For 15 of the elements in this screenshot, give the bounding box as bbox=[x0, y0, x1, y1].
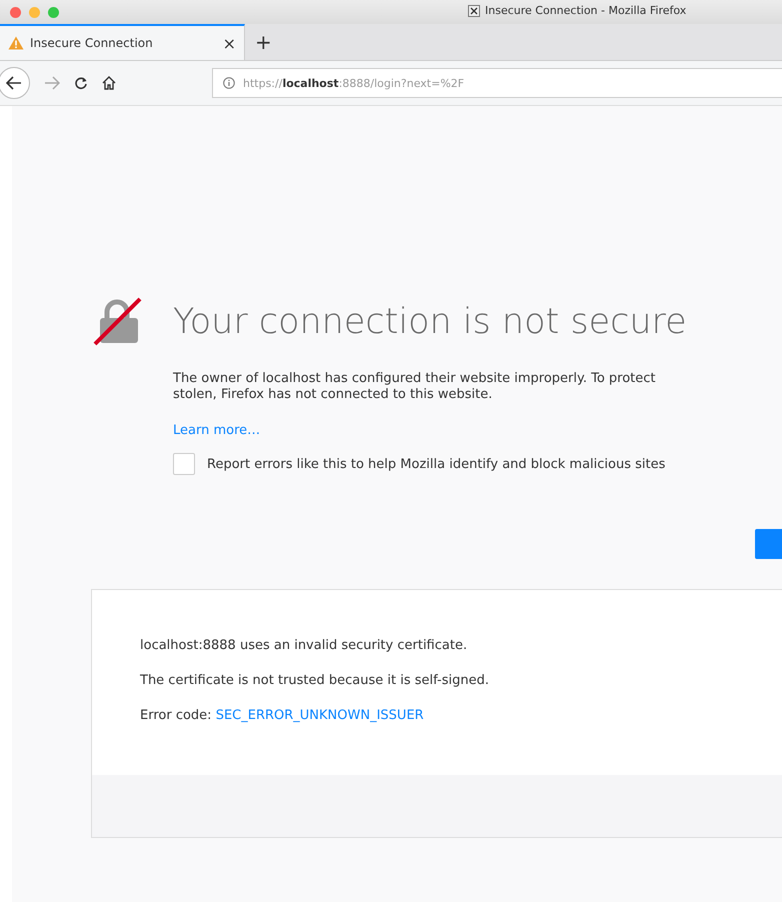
error-code-text: Error code: SEC_ERROR_UNKNOWN_ISSUER bbox=[140, 708, 425, 723]
close-tab-button[interactable]: × bbox=[222, 34, 236, 52]
url-text: https://localhost:8888/login?next=%2F bbox=[243, 76, 464, 90]
error-heading: Your connection is not secure bbox=[173, 302, 687, 342]
tab-title: Insecure Connection bbox=[30, 36, 154, 50]
error-description: The owner of localhost has configured their website improperly. To protect bbox=[173, 371, 657, 387]
error-description: stolen, Firefox has not connected to this website. bbox=[173, 387, 494, 403]
address-field[interactable]: https://localhost:8888/login?next=%2F bbox=[212, 68, 782, 98]
browser-tab[interactable]: Insecure Connection × bbox=[0, 24, 245, 60]
certificate-detail: The certificate is not trusted because it is self-signed. bbox=[140, 673, 490, 688]
certificate-detail: localhost:8888 uses an invalid security certificate. bbox=[140, 638, 468, 653]
new-tab-button[interactable]: + bbox=[255, 30, 272, 54]
report-label: Report errors like this to help Mozilla identify and block malicious sites bbox=[207, 456, 666, 472]
window-title: Insecure Connection - Mozilla Firefox bbox=[485, 4, 686, 17]
error-code-link[interactable]: SEC_ERROR_UNKNOWN_ISSUER bbox=[216, 708, 424, 723]
